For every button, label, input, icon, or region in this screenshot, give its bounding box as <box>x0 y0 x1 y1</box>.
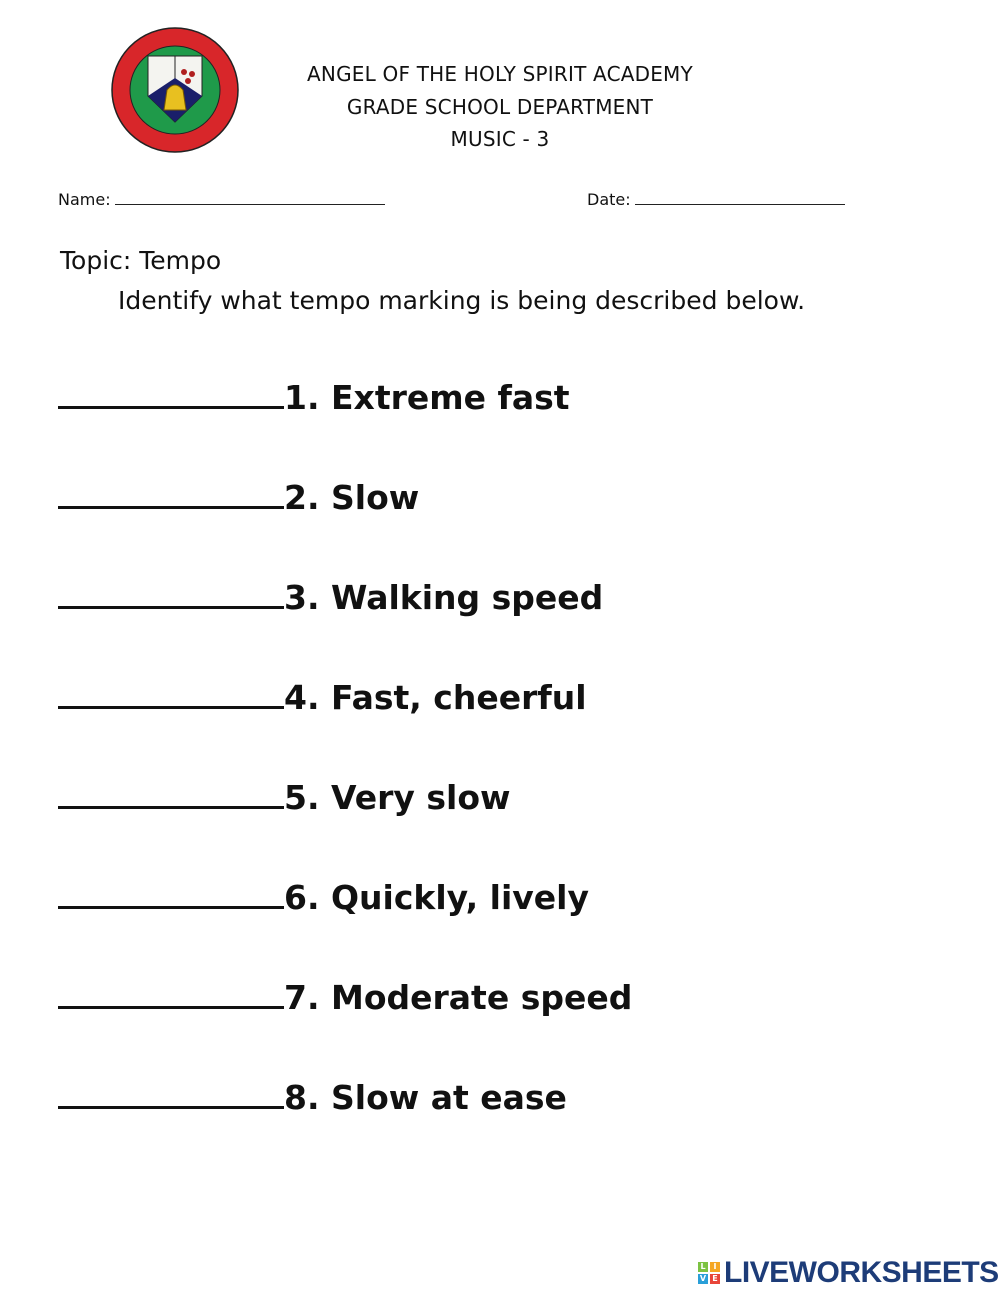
date-label: Date: <box>587 190 631 209</box>
question-item: 2. Slow <box>58 478 419 517</box>
answer-blank[interactable] <box>58 405 284 409</box>
answer-blank[interactable] <box>58 1005 284 1009</box>
name-label: Name: <box>58 190 111 209</box>
school-seal-logo <box>111 27 239 153</box>
question-text: 5. Very slow <box>284 778 511 817</box>
answer-blank[interactable] <box>58 705 284 709</box>
question-text: 7. Moderate speed <box>284 978 633 1017</box>
answer-blank[interactable] <box>58 1105 284 1109</box>
answer-blank[interactable] <box>58 805 284 809</box>
live-blocks-icon: LI VE <box>698 1262 720 1284</box>
question-text: 3. Walking speed <box>284 578 604 617</box>
answer-blank[interactable] <box>58 605 284 609</box>
answer-blank[interactable] <box>58 505 284 509</box>
liveworksheets-logo: LI VE LIVEWORKSHEETS <box>698 1256 999 1290</box>
name-field: Name: <box>58 188 385 209</box>
answer-blank[interactable] <box>58 905 284 909</box>
question-item: 8. Slow at ease <box>58 1078 567 1117</box>
question-text: 6. Quickly, lively <box>284 878 589 917</box>
subject-title: MUSIC - 3 <box>450 127 550 151</box>
question-text: 8. Slow at ease <box>284 1078 567 1117</box>
instructions: Identify what tempo marking is being des… <box>118 286 806 315</box>
question-item: 7. Moderate speed <box>58 978 632 1017</box>
brand-name: LIVEWORKSHEETS <box>724 1256 999 1289</box>
school-name: ANGEL OF THE HOLY SPIRIT ACADEMY <box>307 62 693 86</box>
worksheet-page: ANGEL OF THE HOLY SPIRIT ACADEMY GRADE S… <box>0 0 1000 1291</box>
question-item: 3. Walking speed <box>58 578 603 617</box>
department-name: GRADE SCHOOL DEPARTMENT <box>346 95 654 119</box>
question-text: 4. Fast, cheerful <box>284 678 587 717</box>
question-text: 1. Extreme fast <box>284 378 570 417</box>
date-input[interactable] <box>634 188 845 205</box>
question-item: 4. Fast, cheerful <box>58 678 587 717</box>
topic-heading: Topic: Tempo <box>60 246 222 275</box>
question-item: 5. Very slow <box>58 778 511 817</box>
question-item: 6. Quickly, lively <box>58 878 589 917</box>
name-input[interactable] <box>114 188 385 205</box>
question-item: 1. Extreme fast <box>58 378 570 417</box>
date-field: Date: <box>587 188 845 209</box>
question-text: 2. Slow <box>284 478 420 517</box>
